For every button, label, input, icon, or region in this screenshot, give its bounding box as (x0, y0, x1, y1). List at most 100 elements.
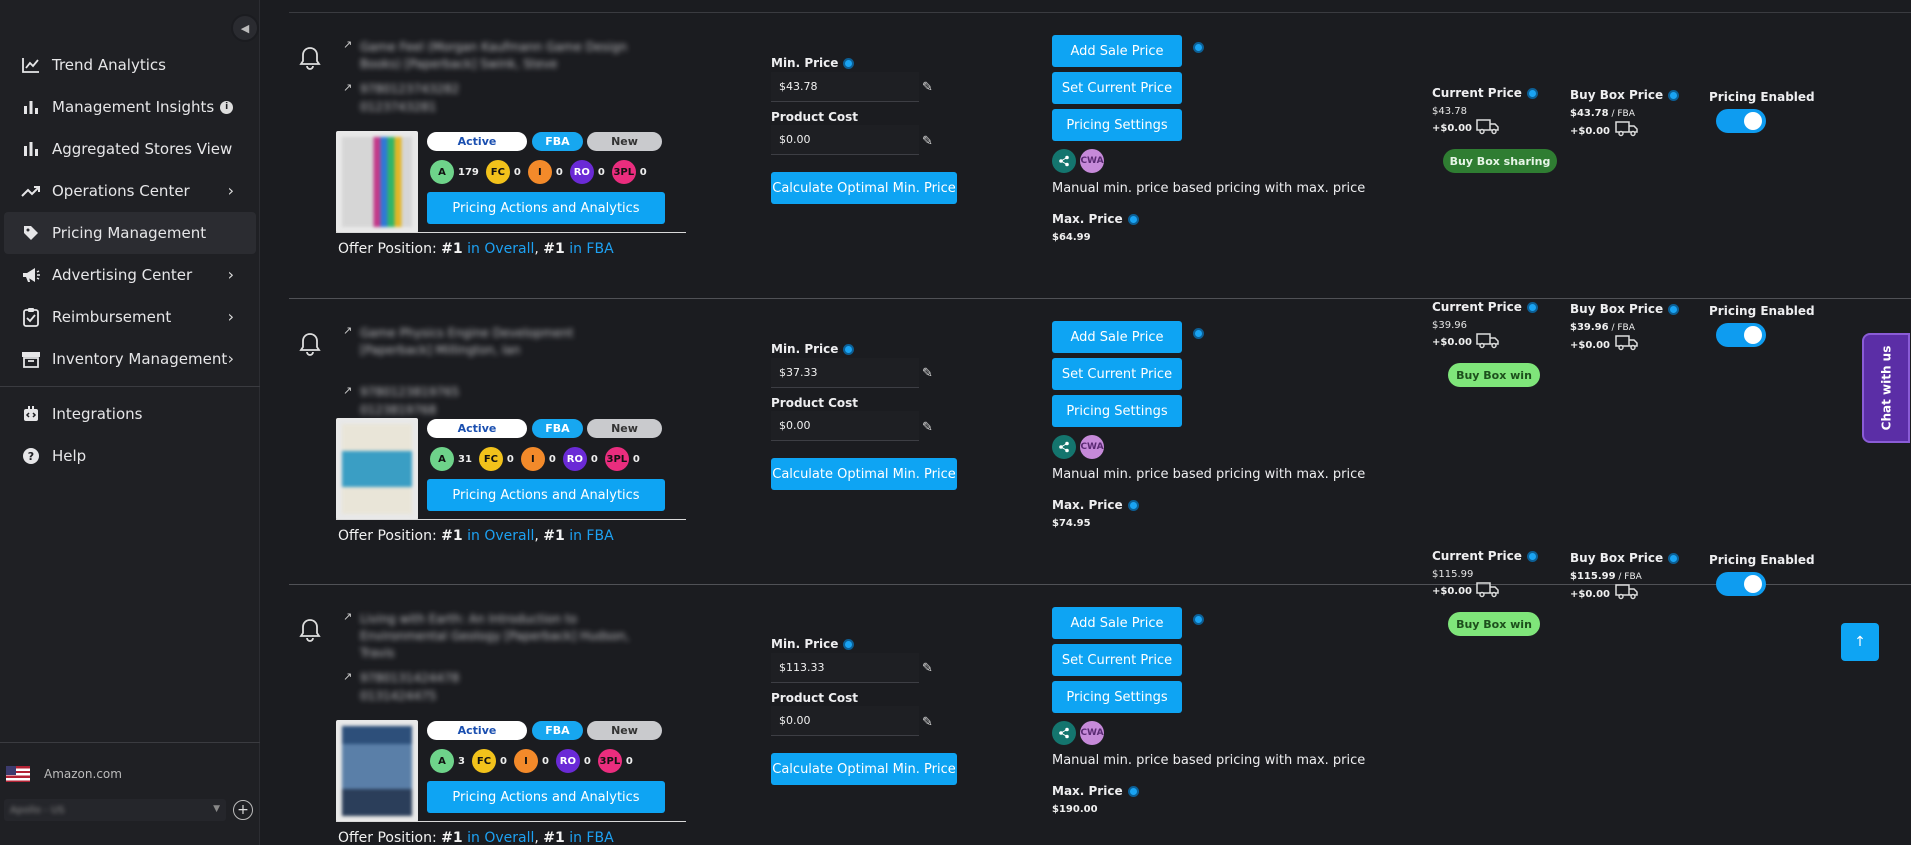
external-link-icon[interactable]: ↗ (343, 81, 355, 94)
info-icon[interactable] (1193, 614, 1204, 625)
product-title-line3[interactable]: Travis (360, 645, 395, 661)
fc-a-circle[interactable]: A (430, 749, 454, 773)
fc-fc-circle[interactable]: FC (471, 749, 496, 773)
product-title-line2[interactable]: Environmental Geology [Paperback] Hudson… (360, 628, 629, 644)
info-icon[interactable] (1668, 90, 1680, 101)
fc-3pl-circle[interactable]: 3PL (611, 160, 636, 184)
fc-ro-circle[interactable]: RO (569, 160, 594, 184)
add-sale-price-button[interactable]: Add Sale Price (1052, 35, 1182, 67)
edit-pencil-icon[interactable]: ✎ (922, 135, 934, 148)
product-thumbnail[interactable] (336, 131, 418, 233)
product-isbn[interactable]: 9780123743282 (360, 81, 459, 97)
external-link-icon[interactable]: ↗ (343, 670, 355, 683)
pricing-settings-button[interactable]: Pricing Settings (1052, 395, 1182, 427)
fc-i-circle[interactable]: I (513, 749, 538, 773)
info-icon[interactable] (1193, 328, 1204, 339)
sidebar-item-aggregated-stores-view[interactable]: Aggregated Stores View (0, 128, 260, 170)
fc-fc-circle[interactable]: FC (485, 160, 510, 184)
info-icon[interactable] (1127, 786, 1139, 797)
edit-pencil-icon[interactable]: ✎ (922, 716, 934, 729)
product-title-line2[interactable]: Books) [Paperback] Swink, Steve (360, 56, 557, 72)
bell-icon[interactable] (299, 332, 321, 356)
fc-a-circle[interactable]: A (430, 447, 454, 471)
sidebar-item-pricing-management[interactable]: Pricing Management (4, 212, 256, 254)
cwa-icon[interactable]: CWA (1080, 435, 1104, 459)
info-icon[interactable] (1526, 551, 1538, 562)
product-thumbnail[interactable] (336, 720, 418, 822)
fc-ro-circle[interactable]: RO (562, 447, 587, 471)
fc-3pl-circle[interactable]: 3PL (597, 749, 622, 773)
pricing-enabled-toggle[interactable] (1716, 323, 1766, 347)
edit-pencil-icon[interactable]: ✎ (922, 81, 934, 94)
external-link-icon[interactable]: ↗ (343, 384, 355, 397)
product-title-line2[interactable]: [Paperback] Millington, Ian (360, 342, 520, 358)
set-current-price-button[interactable]: Set Current Price (1052, 72, 1182, 104)
account-select[interactable]: Apollo - US ▼ (4, 799, 226, 821)
share-icon[interactable] (1052, 721, 1076, 745)
sidebar-collapse-button[interactable]: ◀ (231, 14, 259, 42)
marketplace-indicator[interactable]: Amazon.com (6, 766, 122, 782)
product-thumbnail[interactable] (336, 418, 418, 520)
external-link-icon[interactable]: ↗ (343, 610, 355, 623)
info-icon[interactable] (843, 344, 855, 355)
fc-3pl-circle[interactable]: 3PL (604, 447, 629, 471)
pricing-settings-button[interactable]: Pricing Settings (1052, 109, 1182, 141)
set-current-price-button[interactable]: Set Current Price (1052, 358, 1182, 390)
info-icon[interactable] (1526, 302, 1538, 313)
info-icon[interactable] (843, 58, 855, 69)
info-icon[interactable] (843, 639, 855, 650)
external-link-icon[interactable]: ↗ (343, 38, 355, 51)
cwa-icon[interactable]: CWA (1080, 721, 1104, 745)
chat-with-us-button[interactable]: Chat with us (1862, 333, 1910, 443)
min-price-input[interactable]: $43.78 (771, 72, 919, 102)
scroll-to-top-button[interactable]: ↑ (1841, 623, 1879, 661)
share-icon[interactable] (1052, 435, 1076, 459)
calculate-optimal-min-price-button[interactable]: Calculate Optimal Min. Price (771, 172, 957, 204)
pricing-settings-button[interactable]: Pricing Settings (1052, 681, 1182, 713)
calculate-optimal-min-price-button[interactable]: Calculate Optimal Min. Price (771, 458, 957, 490)
info-icon[interactable] (1668, 553, 1680, 564)
product-isbn[interactable]: 9780123819765 (360, 384, 459, 400)
min-price-input[interactable]: $113.33 (771, 653, 919, 683)
info-icon[interactable] (1127, 214, 1139, 225)
sidebar-item-advertising-center[interactable]: Advertising Center › (0, 254, 260, 296)
fc-i-circle[interactable]: I (527, 160, 552, 184)
pricing-actions-button[interactable]: Pricing Actions and Analytics (427, 479, 665, 511)
product-title-line1[interactable]: Game Physics Engine Development (360, 325, 573, 341)
sidebar-item-reimbursement[interactable]: Reimbursement › (0, 296, 260, 338)
info-icon[interactable] (1193, 42, 1204, 53)
external-link-icon[interactable]: ↗ (343, 324, 355, 337)
fc-ro-circle[interactable]: RO (555, 749, 580, 773)
sidebar-item-inventory-management[interactable]: Inventory Management › (0, 338, 260, 380)
set-current-price-button[interactable]: Set Current Price (1052, 644, 1182, 676)
edit-pencil-icon[interactable]: ✎ (922, 662, 934, 675)
product-title-line1[interactable]: Living with Earth: An Introduction to (360, 611, 577, 627)
edit-pencil-icon[interactable]: ✎ (922, 421, 934, 434)
product-title-line1[interactable]: Game Feel (Morgan Kaufmann Game Design (360, 39, 627, 55)
edit-pencil-icon[interactable]: ✎ (922, 367, 934, 380)
fc-i-circle[interactable]: I (520, 447, 545, 471)
fc-a-circle[interactable]: A (430, 160, 454, 184)
product-cost-input[interactable]: $0.00 (771, 706, 919, 736)
info-icon[interactable] (1668, 304, 1680, 315)
calculate-optimal-min-price-button[interactable]: Calculate Optimal Min. Price (771, 753, 957, 785)
sidebar-item-management-insights[interactable]: Management Insights i (0, 86, 260, 128)
info-icon[interactable] (1127, 500, 1139, 511)
add-sale-price-button[interactable]: Add Sale Price (1052, 321, 1182, 353)
cwa-icon[interactable]: CWA (1080, 149, 1104, 173)
add-account-button[interactable]: + (233, 800, 253, 820)
pricing-actions-button[interactable]: Pricing Actions and Analytics (427, 192, 665, 224)
share-icon[interactable] (1052, 149, 1076, 173)
bell-icon[interactable] (299, 618, 321, 642)
product-cost-input[interactable]: $0.00 (771, 411, 919, 441)
min-price-input[interactable]: $37.33 (771, 358, 919, 388)
pricing-enabled-toggle[interactable] (1716, 109, 1766, 133)
pricing-enabled-toggle[interactable] (1716, 572, 1766, 596)
sidebar-item-help[interactable]: ? Help (0, 435, 260, 477)
fc-fc-circle[interactable]: FC (478, 447, 503, 471)
pricing-actions-button[interactable]: Pricing Actions and Analytics (427, 781, 665, 813)
sidebar-item-operations-center[interactable]: Operations Center › (0, 170, 260, 212)
product-cost-input[interactable]: $0.00 (771, 125, 919, 155)
sidebar-item-integrations[interactable]: Integrations (0, 393, 260, 435)
product-isbn[interactable]: 9780131424478 (360, 670, 459, 686)
